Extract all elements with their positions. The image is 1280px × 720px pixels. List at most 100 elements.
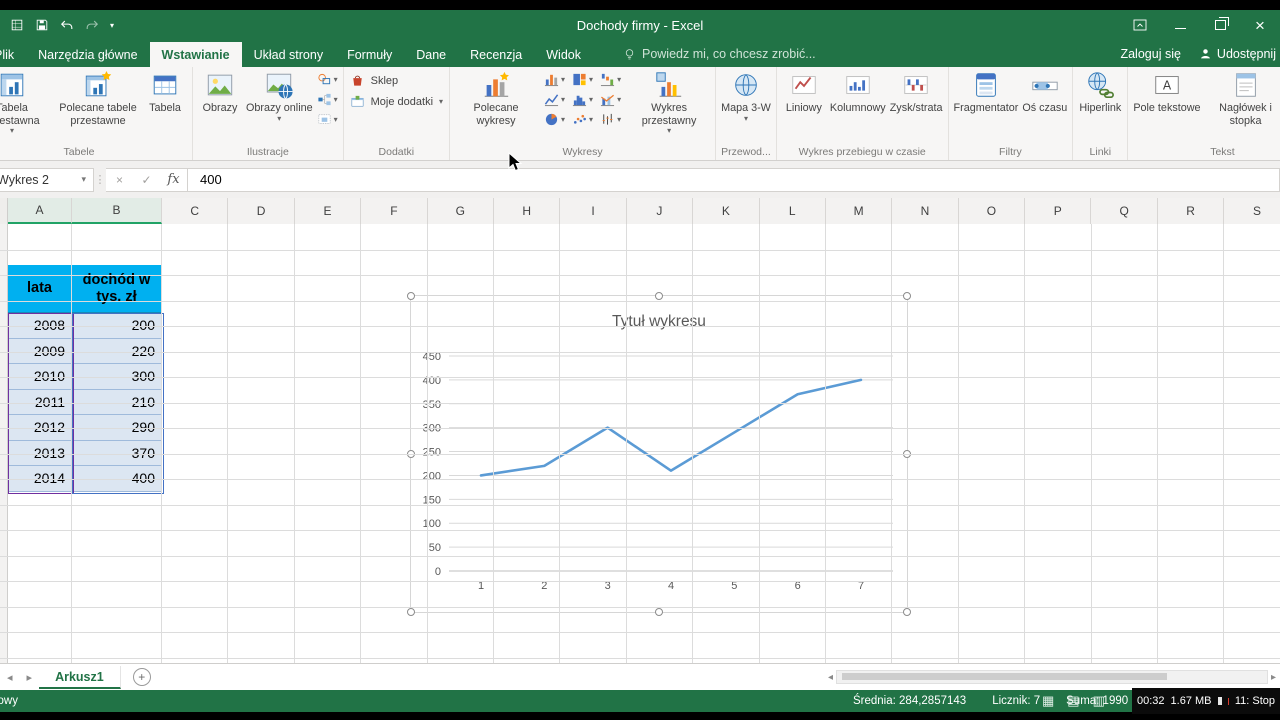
column-header-G[interactable]: G: [428, 198, 494, 224]
scrollbar-track[interactable]: [836, 670, 1268, 684]
mapa-3-w-button[interactable]: Mapa 3-W▾: [719, 68, 773, 122]
combo-chart-button[interactable]: ▾: [600, 92, 621, 107]
sheet-tab-arkusz1[interactable]: Arkusz1: [39, 666, 121, 689]
waterfall-chart-button[interactable]: ▾: [600, 72, 621, 87]
column-header-P[interactable]: P: [1025, 198, 1091, 224]
close-button[interactable]: ×: [1240, 10, 1280, 40]
name-box-dropdown-icon[interactable]: ▾: [74, 174, 93, 185]
column-header-F[interactable]: F: [361, 198, 427, 224]
name-box[interactable]: Wykres 2 ▾: [0, 168, 94, 192]
tab-wstawianie[interactable]: Wstawianie: [150, 42, 242, 67]
column-header-S[interactable]: S: [1224, 198, 1280, 224]
column-header-I[interactable]: I: [560, 198, 626, 224]
sheet-grid[interactable]: latadochód w tys. zł20082002009220201030…: [0, 224, 1280, 663]
sklep-button[interactable]: Sklep: [350, 73, 443, 88]
tell-me-placeholder: Powiedz mi, co chcesz zrobić...: [642, 47, 816, 61]
table-header-dochod[interactable]: dochód w tys. zł: [72, 265, 162, 313]
column-header-R[interactable]: R: [1158, 198, 1224, 224]
pause-icon[interactable]: [1218, 697, 1223, 705]
sheet-nav-left-icon[interactable]: ◂: [0, 671, 20, 684]
scroll-left-icon[interactable]: ◂: [828, 672, 833, 683]
customize-quick-access-icon[interactable]: ▾: [110, 21, 114, 30]
sheet-nav-right-icon[interactable]: ▸: [20, 671, 40, 684]
tab-formuły[interactable]: Formuły: [335, 42, 404, 67]
selection-handle[interactable]: [407, 608, 415, 616]
tab-plik[interactable]: Plik: [0, 42, 26, 67]
column-header-N[interactable]: N: [892, 198, 958, 224]
column-header-C[interactable]: C: [162, 198, 228, 224]
kolumnowy-button[interactable]: Kolumnowy: [828, 68, 888, 115]
histogram-chart-button[interactable]: ▾: [572, 92, 593, 107]
enter-formula-icon[interactable]: ✓: [133, 173, 160, 187]
column-header-H[interactable]: H: [494, 198, 560, 224]
tab-dane[interactable]: Dane: [404, 42, 458, 67]
tab-widok[interactable]: Widok: [534, 42, 593, 67]
moje-dodatki-button[interactable]: Moje dodatki▾: [350, 94, 443, 109]
shapes-button[interactable]: ▾: [317, 72, 338, 87]
share-button[interactable]: Udostępnij: [1199, 47, 1276, 61]
selection-handle[interactable]: [903, 608, 911, 616]
stop-icon[interactable]: [1228, 698, 1229, 705]
page-layout-button[interactable]: ▤: [1067, 693, 1079, 709]
obrazy-online-button[interactable]: Obrazy online▾: [244, 68, 315, 122]
redo-icon[interactable]: [85, 18, 99, 32]
column-header-O[interactable]: O: [959, 198, 1025, 224]
hiperlink-button[interactable]: Hiperlink: [1076, 68, 1124, 115]
column-header-D[interactable]: D: [228, 198, 294, 224]
obrazy-button[interactable]: Obrazy: [196, 68, 244, 115]
polecane-tabele-przestawne-button[interactable]: Polecane tabele przestawne: [55, 68, 141, 127]
column-header-Q[interactable]: Q: [1091, 198, 1157, 224]
selection-handle[interactable]: [407, 292, 415, 300]
sign-in-link[interactable]: Zaloguj się: [1120, 47, 1180, 61]
wykres-przestawny-button[interactable]: Wykres przestawny▾: [626, 68, 712, 134]
nagłówek-i-stopka-button[interactable]: Nagłówek i stopka: [1203, 68, 1280, 127]
restore-button[interactable]: [1200, 10, 1240, 40]
cancel-formula-icon[interactable]: ×: [106, 173, 133, 187]
normal-view-button[interactable]: ▦: [1042, 693, 1054, 709]
smartart-button[interactable]: ▾: [317, 92, 338, 107]
column-header-A[interactable]: A: [8, 198, 72, 224]
selection-handle[interactable]: [655, 292, 663, 300]
scrollbar-thumb[interactable]: [842, 673, 1167, 680]
column-header-B[interactable]: B: [72, 198, 162, 224]
new-sheet-button[interactable]: +: [133, 668, 151, 686]
pie-chart-button[interactable]: ▾: [544, 112, 565, 127]
page-break-preview-button[interactable]: ▥: [1093, 693, 1105, 709]
selection-handle[interactable]: [903, 292, 911, 300]
tab-układ-strony[interactable]: Układ strony: [242, 42, 335, 67]
scroll-right-icon[interactable]: ▸: [1271, 672, 1276, 683]
polecane-wykresy-button[interactable]: Polecane wykresy: [453, 68, 539, 127]
tabela-przestawna-button[interactable]: Tabela przestawna▾: [0, 68, 55, 134]
tab-narzędzia-główne[interactable]: Narzędzia główne: [26, 42, 149, 67]
column-header-L[interactable]: L: [760, 198, 826, 224]
line-chart-button[interactable]: ▾: [544, 92, 565, 107]
select-all-corner[interactable]: [0, 198, 8, 224]
treemap-chart-button[interactable]: ▾: [572, 72, 593, 87]
column-header-E[interactable]: E: [295, 198, 361, 224]
zysk-strata-button[interactable]: Zysk/strata: [888, 68, 945, 115]
minimize-button[interactable]: [1160, 10, 1200, 40]
save-icon[interactable]: [35, 18, 49, 32]
formula-input[interactable]: 400: [188, 168, 1280, 192]
stock-chart-button[interactable]: ▾: [600, 112, 621, 127]
oś-czasu-button[interactable]: Oś czasu: [1020, 68, 1069, 115]
win-loss-icon: [901, 70, 931, 100]
tell-me-box[interactable]: Powiedz mi, co chcesz zrobić...: [623, 47, 816, 67]
undo-icon[interactable]: [60, 18, 74, 32]
horizontal-scrollbar[interactable]: ◂ ▸: [828, 670, 1280, 684]
scatter-chart-button[interactable]: ▾: [572, 112, 593, 127]
column-header-J[interactable]: J: [627, 198, 693, 224]
screenshot-button[interactable]: ▾: [317, 112, 338, 127]
insert-function-icon[interactable]: fx: [160, 172, 187, 187]
selection-handle[interactable]: [655, 608, 663, 616]
tabela-button[interactable]: Tabela: [141, 68, 189, 115]
column-header-M[interactable]: M: [826, 198, 892, 224]
pole-tekstowe-button[interactable]: Pole tekstowe: [1131, 68, 1202, 115]
column-header-K[interactable]: K: [693, 198, 759, 224]
fragmentator-button[interactable]: Fragmentator: [952, 68, 1021, 115]
ribbon-display-options-button[interactable]: [1120, 10, 1160, 40]
tab-recenzja[interactable]: Recenzja: [458, 42, 534, 67]
liniowy-button[interactable]: Liniowy: [780, 68, 828, 115]
table-header-lata[interactable]: lata: [8, 265, 72, 313]
column-chart-button[interactable]: ▾: [544, 72, 565, 87]
